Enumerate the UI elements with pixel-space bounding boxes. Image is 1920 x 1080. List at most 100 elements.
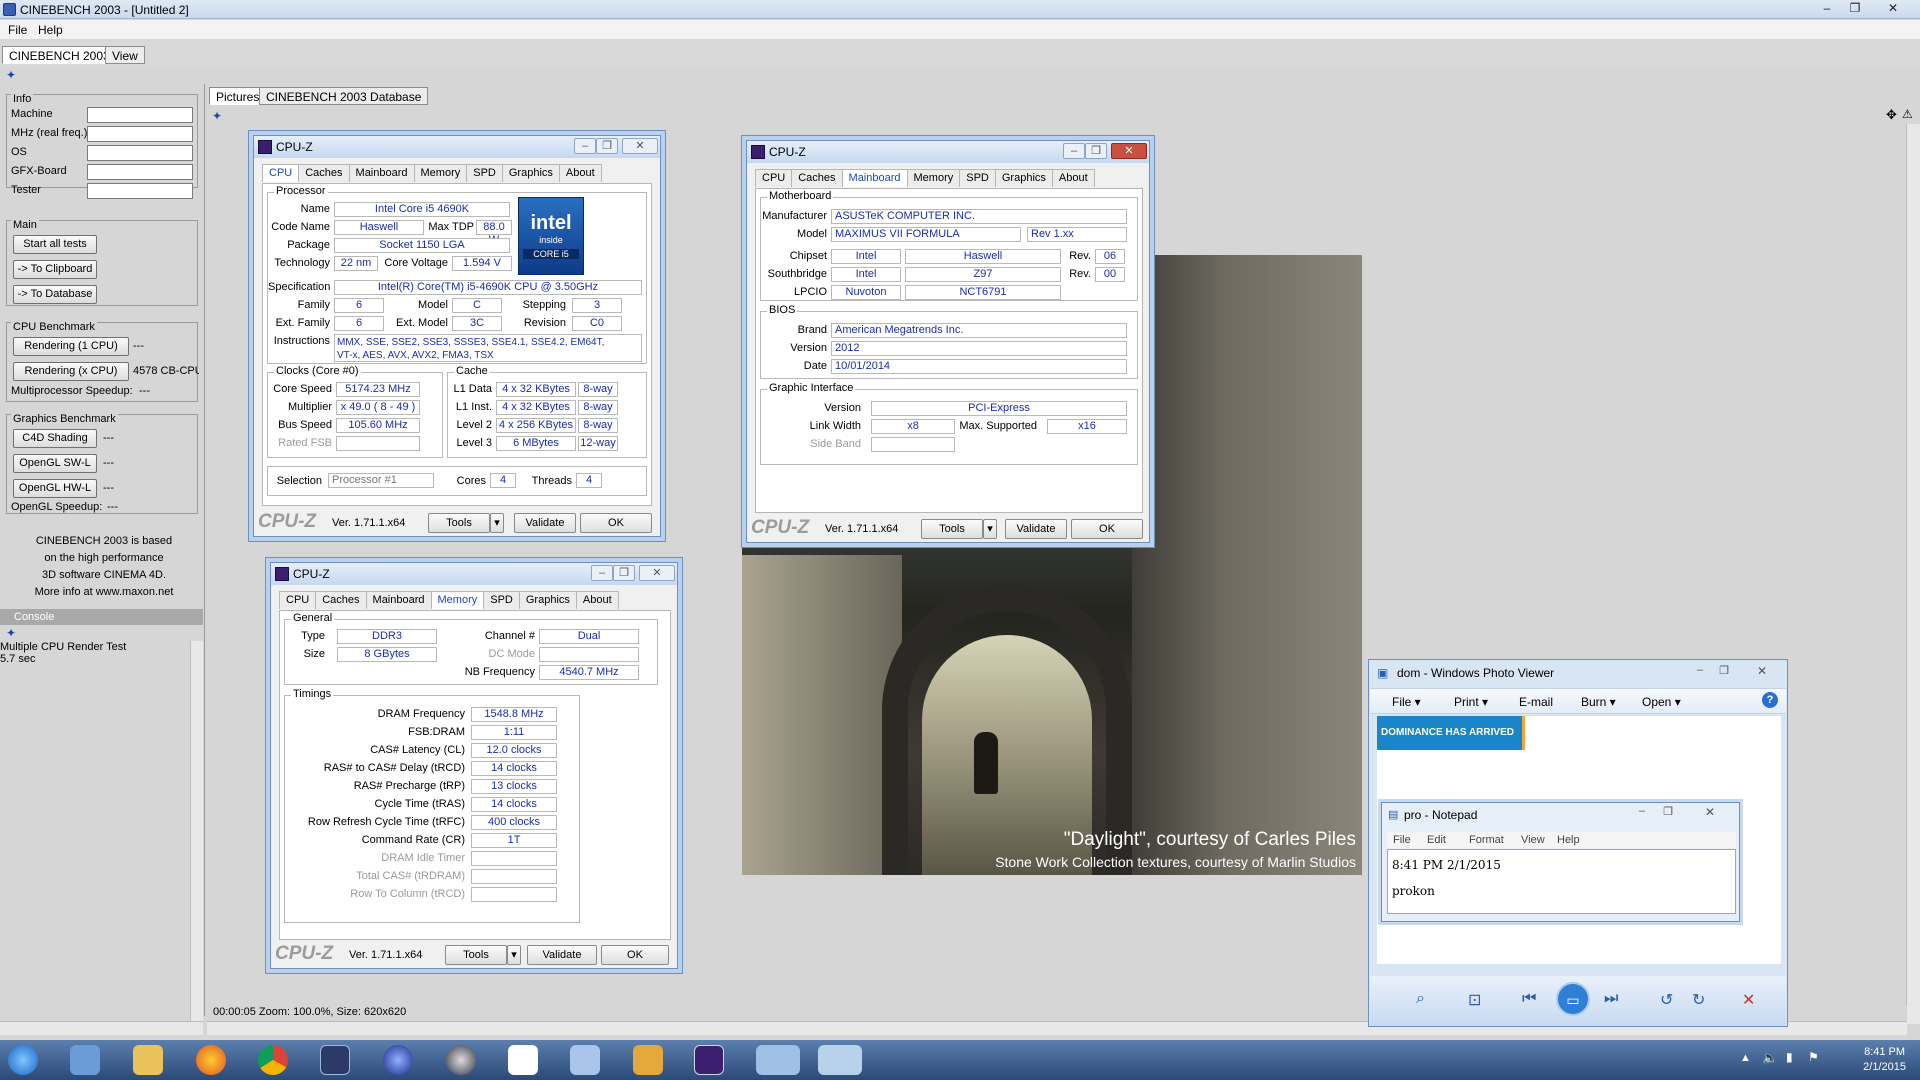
cinebench-render-icon[interactable] (446, 1045, 476, 1075)
ok-button[interactable]: OK (580, 513, 652, 533)
rendering-xcpu-button[interactable]: Rendering (x CPU) (13, 362, 129, 381)
tab-mainboard[interactable]: Mainboard (365, 591, 432, 609)
pin-icon[interactable]: ✦ (6, 68, 16, 82)
close-button[interactable]: ✕ (1705, 805, 1715, 819)
delete-icon[interactable]: ✕ (1742, 990, 1755, 1010)
tester-field[interactable] (87, 183, 193, 199)
tab-about[interactable]: About (1051, 169, 1095, 187)
opengl-hwl-button[interactable]: OpenGL HW-L (13, 479, 97, 498)
minimize-button[interactable]: – (1697, 664, 1703, 676)
tools-dropdown-icon[interactable]: ▾ (507, 945, 521, 965)
tab-cpu[interactable]: CPU (279, 591, 317, 609)
rotate-ccw-icon[interactable]: ↺ (1660, 990, 1673, 1010)
taskbar-clock[interactable]: 8:41 PM 2/1/2015 (1863, 1045, 1906, 1075)
tray-arrow-icon[interactable]: ▲ (1740, 1052, 1751, 1064)
fit-window-icon[interactable]: ⊡ (1468, 990, 1481, 1010)
paint-app-icon[interactable] (70, 1045, 100, 1075)
rotate-cw-icon[interactable]: ↻ (1692, 990, 1705, 1010)
tools-button[interactable]: Tools (921, 519, 983, 539)
close-button[interactable]: ✕ (1111, 143, 1147, 159)
help-icon[interactable]: ? (1762, 692, 1778, 708)
notepad-text-area[interactable]: 8:41 PM 2/1/2015 prokon (1387, 849, 1736, 914)
tab-spd[interactable]: SPD (466, 164, 503, 182)
c4d-shading-button[interactable]: C4D Shading (13, 429, 97, 448)
volume-icon[interactable]: 🔈 (1762, 1050, 1778, 1066)
move-icon[interactable]: ✥ (1886, 107, 1897, 123)
tab-caches[interactable]: Caches (315, 591, 367, 609)
tab-graphics[interactable]: Graphics (501, 164, 560, 182)
document-icon[interactable] (508, 1045, 538, 1075)
close-button[interactable]: ✕ (639, 565, 675, 581)
mhz-field[interactable] (87, 126, 193, 142)
np-menu-format[interactable]: Format (1469, 834, 1504, 846)
close-button[interactable]: ✕ (1880, 0, 1906, 18)
tools-dropdown-icon[interactable]: ▾ (490, 513, 504, 533)
pv-menu-email[interactable]: E-mail (1519, 695, 1553, 709)
minimize-button[interactable]: – (574, 138, 596, 154)
tab-memory[interactable]: Memory (906, 169, 961, 187)
validate-button[interactable]: Validate (1005, 519, 1067, 539)
pv-menu-print[interactable]: Print ▾ (1454, 695, 1488, 709)
np-menu-view[interactable]: View (1521, 834, 1545, 846)
tab-view[interactable]: View (105, 46, 145, 64)
chart-app-icon[interactable] (633, 1045, 663, 1075)
minimize-button[interactable]: – (1063, 143, 1085, 159)
start-button-icon[interactable] (8, 1045, 38, 1075)
menu-file[interactable]: File (8, 23, 27, 37)
minimize-button[interactable]: – (1639, 805, 1645, 817)
tools-button[interactable]: Tools (428, 513, 490, 533)
minimize-button[interactable]: – (591, 565, 613, 581)
tools-dropdown-icon[interactable]: ▾ (983, 519, 997, 539)
tab-cpu[interactable]: CPU (262, 164, 300, 182)
tab-mainboard[interactable]: Mainboard (348, 164, 415, 182)
tools-button[interactable]: Tools (445, 945, 507, 965)
action-center-icon[interactable]: ⚑ (1808, 1050, 1819, 1064)
tab-database[interactable]: CINEBENCH 2003 Database (259, 87, 429, 105)
np-menu-file[interactable]: File (1393, 834, 1411, 846)
notepad-task-icon[interactable] (818, 1045, 862, 1075)
tab-graphics[interactable]: Graphics (518, 591, 577, 609)
tab-pictures[interactable]: Pictures (209, 87, 267, 105)
tab-about[interactable]: About (558, 164, 602, 182)
ok-button[interactable]: OK (1071, 519, 1143, 539)
minimize-button[interactable]: – (1814, 0, 1840, 18)
ok-button[interactable]: OK (601, 945, 669, 965)
gfx-field[interactable] (87, 164, 193, 180)
close-button[interactable]: ✕ (622, 138, 658, 154)
tab-spd[interactable]: SPD (959, 169, 996, 187)
photo-viewer-task-icon[interactable] (756, 1045, 800, 1075)
opengl-swl-button[interactable]: OpenGL SW-L (13, 454, 97, 473)
tab-memory[interactable]: Memory (413, 164, 468, 182)
start-all-tests-button[interactable]: Start all tests (13, 235, 97, 254)
processor-select[interactable]: Processor #1 (328, 473, 434, 488)
maximize-button[interactable]: ❐ (1663, 805, 1673, 818)
tab-graphics[interactable]: Graphics (994, 169, 1053, 187)
next-icon[interactable]: ⏭ (1604, 990, 1618, 1008)
maximize-button[interactable]: ❐ (613, 565, 635, 581)
cinebench-task-icon[interactable] (320, 1045, 350, 1075)
slideshow-icon[interactable]: ▭ (1556, 982, 1590, 1016)
close-button[interactable]: ✕ (1757, 664, 1767, 678)
chrome-icon[interactable] (258, 1045, 288, 1075)
validate-button[interactable]: Validate (527, 945, 597, 965)
console-pin-icon[interactable]: ✦ (6, 626, 16, 640)
tab-mainboard[interactable]: Mainboard (841, 169, 908, 187)
tab-spd[interactable]: SPD (483, 591, 520, 609)
validate-button[interactable]: Validate (514, 513, 576, 533)
explorer-icon[interactable] (133, 1045, 163, 1075)
pv-menu-burn[interactable]: Burn ▾ (1581, 695, 1616, 709)
console-scrollbar[interactable] (190, 641, 203, 1021)
tools-icon[interactable] (570, 1045, 600, 1075)
tab-caches[interactable]: Caches (298, 164, 350, 182)
network-icon[interactable]: ▮ (1786, 1050, 1793, 1064)
np-menu-edit[interactable]: Edit (1427, 834, 1446, 846)
pv-menu-file[interactable]: File ▾ (1392, 695, 1421, 709)
cinebench-alt-icon[interactable] (383, 1045, 413, 1075)
maximize-button[interactable]: ❐ (596, 138, 618, 154)
tab-memory[interactable]: Memory (430, 591, 485, 609)
maximize-button[interactable]: ❐ (1085, 143, 1107, 159)
tab-cpu[interactable]: CPU (755, 169, 793, 187)
pictures-pin-icon[interactable]: ✦ (212, 109, 222, 123)
machine-field[interactable] (87, 107, 193, 123)
previous-icon[interactable]: ⏮ (1522, 990, 1536, 1008)
